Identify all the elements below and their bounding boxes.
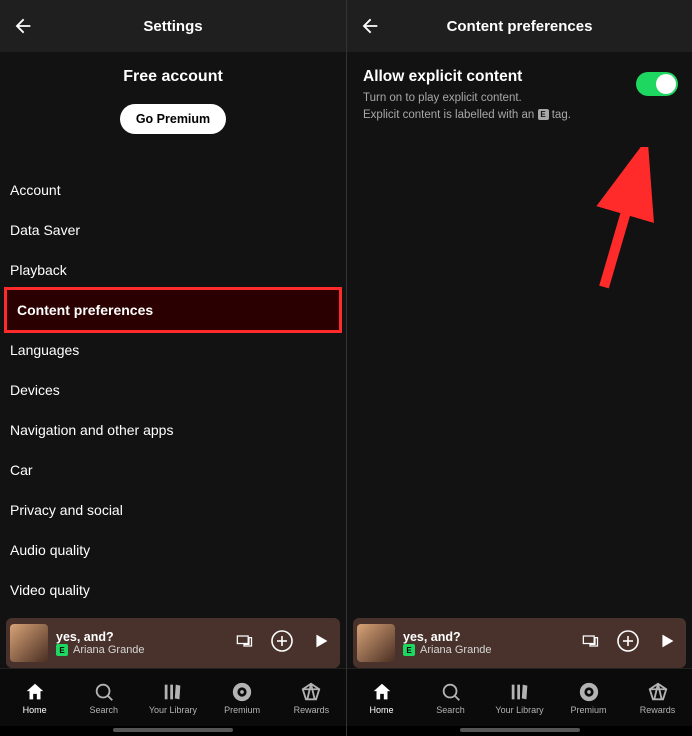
add-icon[interactable] (270, 629, 294, 658)
settings-list: AccountData SaverPlaybackContent prefere… (0, 170, 346, 614)
account-title: Free account (0, 68, 346, 86)
nav-item-rewards[interactable]: Rewards (628, 681, 688, 715)
artist-name: Ariana Grande (420, 644, 492, 656)
devices-icon[interactable] (234, 631, 254, 656)
back-icon[interactable] (12, 15, 34, 37)
now-playing-info: yes, and? E Ariana Grande (56, 630, 228, 656)
back-icon[interactable] (359, 15, 381, 37)
explicit-tag-icon: E (56, 644, 68, 656)
bottom-nav: Home Search Your Library Premium Rewards (0, 668, 346, 726)
home-indicator (460, 728, 580, 732)
explicit-tag-icon: E (403, 644, 415, 656)
settings-item-languages[interactable]: Languages (0, 330, 346, 370)
nav-item-search[interactable]: Search (421, 681, 481, 715)
settings-item-content-preferences[interactable]: Content preferences (4, 287, 342, 333)
settings-screen: Settings Free account Go Premium Account… (0, 0, 346, 736)
page-title: Content preferences (347, 18, 692, 35)
nav-item-premium[interactable]: Premium (212, 681, 272, 715)
now-playing-info: yes, and? E Ariana Grande (403, 630, 574, 656)
track-title: yes, and? (56, 630, 228, 644)
play-icon[interactable] (310, 630, 332, 657)
nav-item-home[interactable]: Home (5, 681, 65, 715)
nav-item-home[interactable]: Home (352, 681, 412, 715)
now-playing-bar[interactable]: yes, and? E Ariana Grande (6, 618, 340, 668)
settings-item-audio-quality[interactable]: Audio quality (0, 530, 346, 570)
album-art (357, 624, 395, 662)
artist-name: Ariana Grande (73, 644, 145, 656)
settings-item-playback[interactable]: Playback (0, 250, 346, 290)
settings-item-navigation-and-other-apps[interactable]: Navigation and other apps (0, 410, 346, 450)
header: Content preferences (347, 0, 692, 52)
setting-title: Allow explicit content (363, 68, 676, 86)
arrow-annotation-icon (584, 147, 664, 297)
go-premium-button[interactable]: Go Premium (120, 104, 226, 134)
settings-item-car[interactable]: Car (0, 450, 346, 490)
settings-item-account[interactable]: Account (0, 170, 346, 210)
nav-item-rewards[interactable]: Rewards (281, 681, 341, 715)
nav-item-your-library[interactable]: Your Library (143, 681, 203, 715)
settings-item-privacy-and-social[interactable]: Privacy and social (0, 490, 346, 530)
header: Settings (0, 0, 346, 52)
album-art (10, 624, 48, 662)
now-playing-bar[interactable]: yes, and? E Ariana Grande (353, 618, 686, 668)
devices-icon[interactable] (580, 631, 600, 656)
nav-item-search[interactable]: Search (74, 681, 134, 715)
nav-item-your-library[interactable]: Your Library (490, 681, 550, 715)
content-preferences-screen: Content preferences Allow explicit conte… (346, 0, 692, 736)
track-title: yes, and? (403, 630, 574, 644)
settings-item-storage[interactable]: Storage (0, 610, 346, 614)
setting-description: Turn on to play explicit content. Explic… (363, 90, 676, 123)
home-indicator (113, 728, 233, 732)
add-icon[interactable] (616, 629, 640, 658)
bottom-nav: Home Search Your Library Premium Rewards (347, 668, 692, 726)
page-title: Settings (0, 18, 346, 35)
toggle-knob (656, 74, 676, 94)
settings-item-devices[interactable]: Devices (0, 370, 346, 410)
explicit-content-setting: Allow explicit content Turn on to play e… (347, 52, 692, 139)
explicit-tag-icon: E (538, 109, 549, 120)
account-block: Free account Go Premium (0, 52, 346, 152)
settings-item-video-quality[interactable]: Video quality (0, 570, 346, 610)
play-icon[interactable] (656, 630, 678, 657)
settings-item-data-saver[interactable]: Data Saver (0, 210, 346, 250)
nav-item-premium[interactable]: Premium (559, 681, 619, 715)
explicit-content-toggle[interactable] (636, 72, 678, 96)
